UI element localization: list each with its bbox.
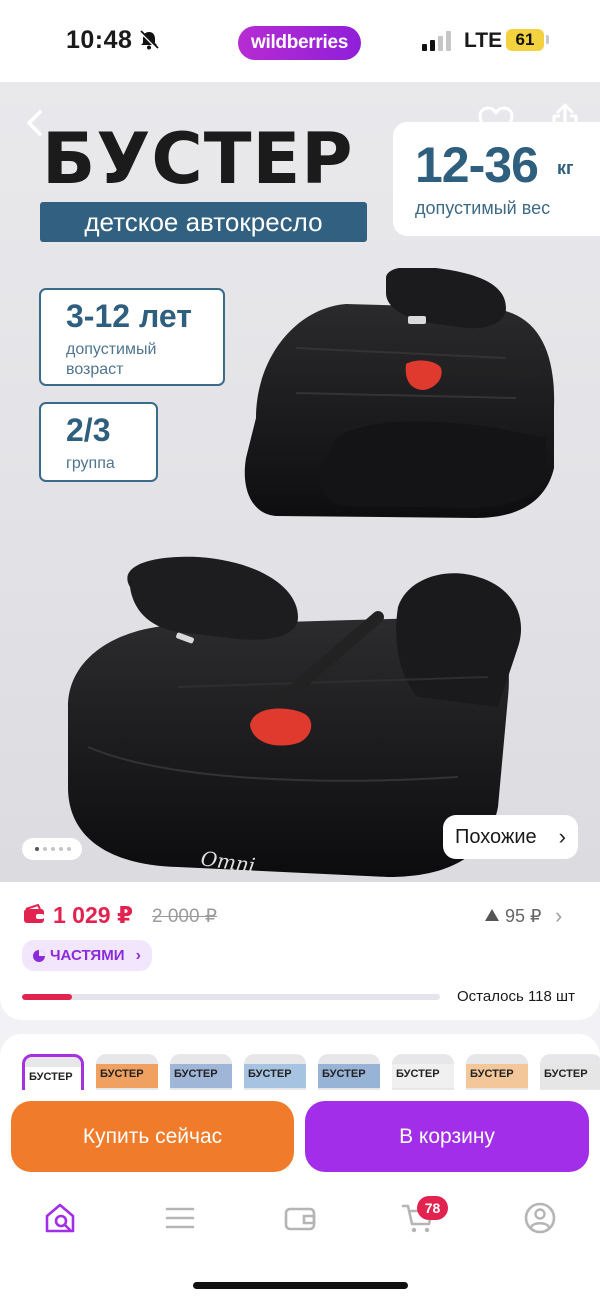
promo-title: БУСТЕР bbox=[42, 118, 354, 200]
home-search-icon[interactable] bbox=[42, 1200, 78, 1236]
price-card: 1 029 ₽ 2 000 ₽ 95 ₽ › ЧАСТЯМИ › Осталос… bbox=[0, 882, 600, 1020]
catalog-menu-icon[interactable] bbox=[162, 1200, 198, 1236]
thumbnail-title: БУСТЕР bbox=[544, 1068, 588, 1080]
thumbnail-title: БУСТЕР bbox=[322, 1068, 366, 1080]
booster-seat-image-top bbox=[244, 268, 555, 518]
group-value: 2/3 bbox=[66, 412, 111, 448]
chevron-right-icon: › bbox=[135, 947, 141, 964]
status-time: 10:48 bbox=[66, 26, 133, 54]
chevron-right-icon[interactable]: › bbox=[555, 903, 562, 929]
battery-tip bbox=[546, 35, 549, 44]
thumbnail-title: БУСТЕР bbox=[470, 1068, 514, 1080]
status-bar: 10:48 wildberries LTE 61 bbox=[0, 0, 600, 82]
buy-now-button[interactable]: Купить сейчас bbox=[11, 1101, 294, 1172]
home-indicator bbox=[193, 1282, 408, 1289]
signal-icon bbox=[422, 31, 451, 51]
bell-muted-icon bbox=[139, 30, 159, 50]
group-box: 2/3 группа bbox=[39, 402, 158, 482]
thumbnail-band: БУСТЕР bbox=[392, 1064, 454, 1088]
chevron-right-icon: › bbox=[558, 824, 566, 849]
share-icon[interactable] bbox=[548, 102, 582, 140]
thumbnail-band: БУСТЕР bbox=[170, 1064, 232, 1088]
thumbnail-title: БУСТЕР bbox=[396, 1068, 440, 1080]
age-box: 3-12 лет допустимый возраст bbox=[39, 288, 225, 386]
carousel-dot[interactable] bbox=[35, 847, 39, 851]
carousel-dot[interactable] bbox=[67, 847, 71, 851]
installments-badge[interactable]: ЧАСТЯМИ › bbox=[22, 940, 152, 971]
wallet-icon bbox=[24, 904, 44, 923]
promo-subtitle: детское автокресло bbox=[40, 202, 367, 242]
thumbnail-band: БУСТЕР bbox=[25, 1067, 81, 1091]
thumbnail-band: БУСТЕР bbox=[466, 1064, 528, 1088]
thumbnail-band: БУСТЕР bbox=[540, 1064, 600, 1088]
thumbnail-title: БУСТЕР bbox=[248, 1068, 292, 1080]
stock-progress-bar bbox=[22, 994, 440, 1000]
stock-label: Осталось 118 шт bbox=[457, 988, 575, 1005]
stock-progress-fill bbox=[22, 994, 73, 1000]
battery-icon: 61 bbox=[506, 29, 544, 51]
profile-icon[interactable] bbox=[522, 1200, 558, 1236]
price-change[interactable]: 95 ₽ bbox=[505, 906, 541, 927]
wildberries-badge[interactable]: wildberries bbox=[238, 26, 361, 60]
thumbnail-band: БУСТЕР bbox=[318, 1064, 380, 1088]
triangle-up-icon bbox=[485, 909, 499, 921]
wallet-icon[interactable] bbox=[282, 1200, 318, 1236]
thumbnail-band: БУСТЕР bbox=[244, 1064, 306, 1088]
weight-caption: допустимый вес bbox=[415, 198, 551, 218]
pie-icon bbox=[33, 950, 45, 962]
product-screen: 10:48 wildberries LTE 61 БУСТЕР детское … bbox=[0, 0, 600, 1300]
network-label: LTE bbox=[464, 29, 503, 52]
carousel-dots[interactable] bbox=[22, 838, 82, 860]
carousel-dot[interactable] bbox=[59, 847, 63, 851]
thumbnail-band: БУСТЕР bbox=[96, 1064, 158, 1088]
price-current: 1 029 ₽ bbox=[53, 902, 133, 928]
weight-value: 12-36 bbox=[415, 137, 539, 193]
similar-products-button[interactable]: Похожие › bbox=[443, 815, 578, 859]
cart-count-badge: 78 bbox=[417, 1196, 448, 1220]
action-bar: Купить сейчас В корзину bbox=[0, 1090, 600, 1190]
group-caption: группа bbox=[66, 455, 115, 472]
carousel-dot[interactable] bbox=[43, 847, 47, 851]
back-icon[interactable] bbox=[20, 108, 50, 138]
carousel-dot[interactable] bbox=[51, 847, 55, 851]
add-to-cart-button[interactable]: В корзину bbox=[305, 1101, 589, 1172]
heart-icon[interactable] bbox=[478, 106, 514, 140]
product-image-gallery[interactable]: БУСТЕР детское автокресло 12-36 кг допус… bbox=[0, 82, 600, 882]
thumbnail-title: БУСТЕР bbox=[174, 1068, 218, 1080]
age-caption: допустимый возраст bbox=[66, 341, 157, 378]
installments-label: ЧАСТЯМИ bbox=[50, 947, 125, 964]
age-value: 3-12 лет bbox=[66, 298, 192, 334]
price-old: 2 000 ₽ bbox=[152, 906, 217, 927]
thumbnail-title: БУСТЕР bbox=[29, 1071, 73, 1083]
weight-unit: кг bbox=[557, 158, 574, 178]
thumbnail-title: БУСТЕР bbox=[100, 1068, 144, 1080]
tab-bar: 78 bbox=[0, 1190, 600, 1300]
similar-label: Похожие bbox=[455, 826, 537, 848]
